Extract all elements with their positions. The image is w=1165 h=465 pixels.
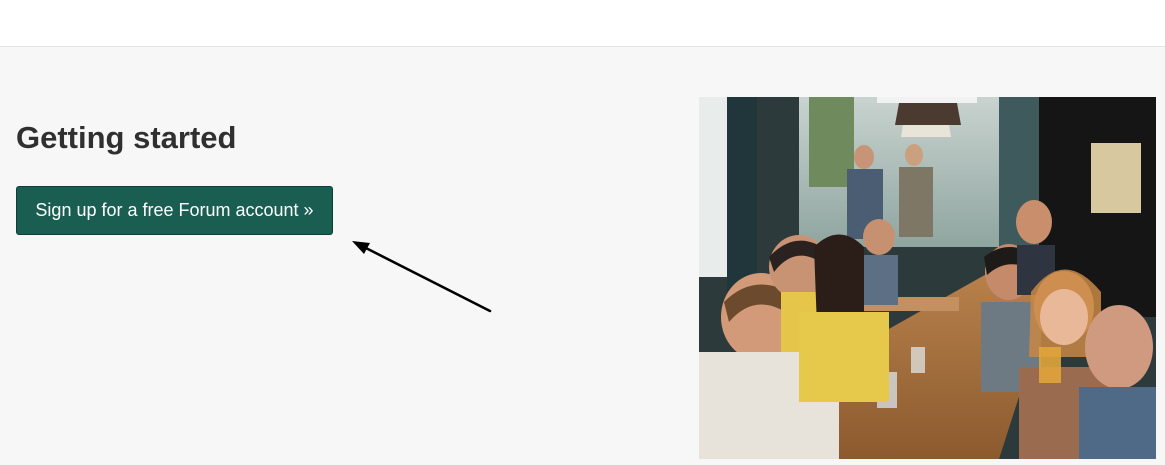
- people-at-restaurant-image: [699, 97, 1156, 459]
- restaurant-photo: [699, 97, 1156, 459]
- pointer-arrow-icon: [352, 241, 492, 313]
- page-title: Getting started: [16, 120, 237, 155]
- signup-button[interactable]: Sign up for a free Forum account »: [16, 186, 333, 235]
- top-header-bar: [0, 0, 1165, 47]
